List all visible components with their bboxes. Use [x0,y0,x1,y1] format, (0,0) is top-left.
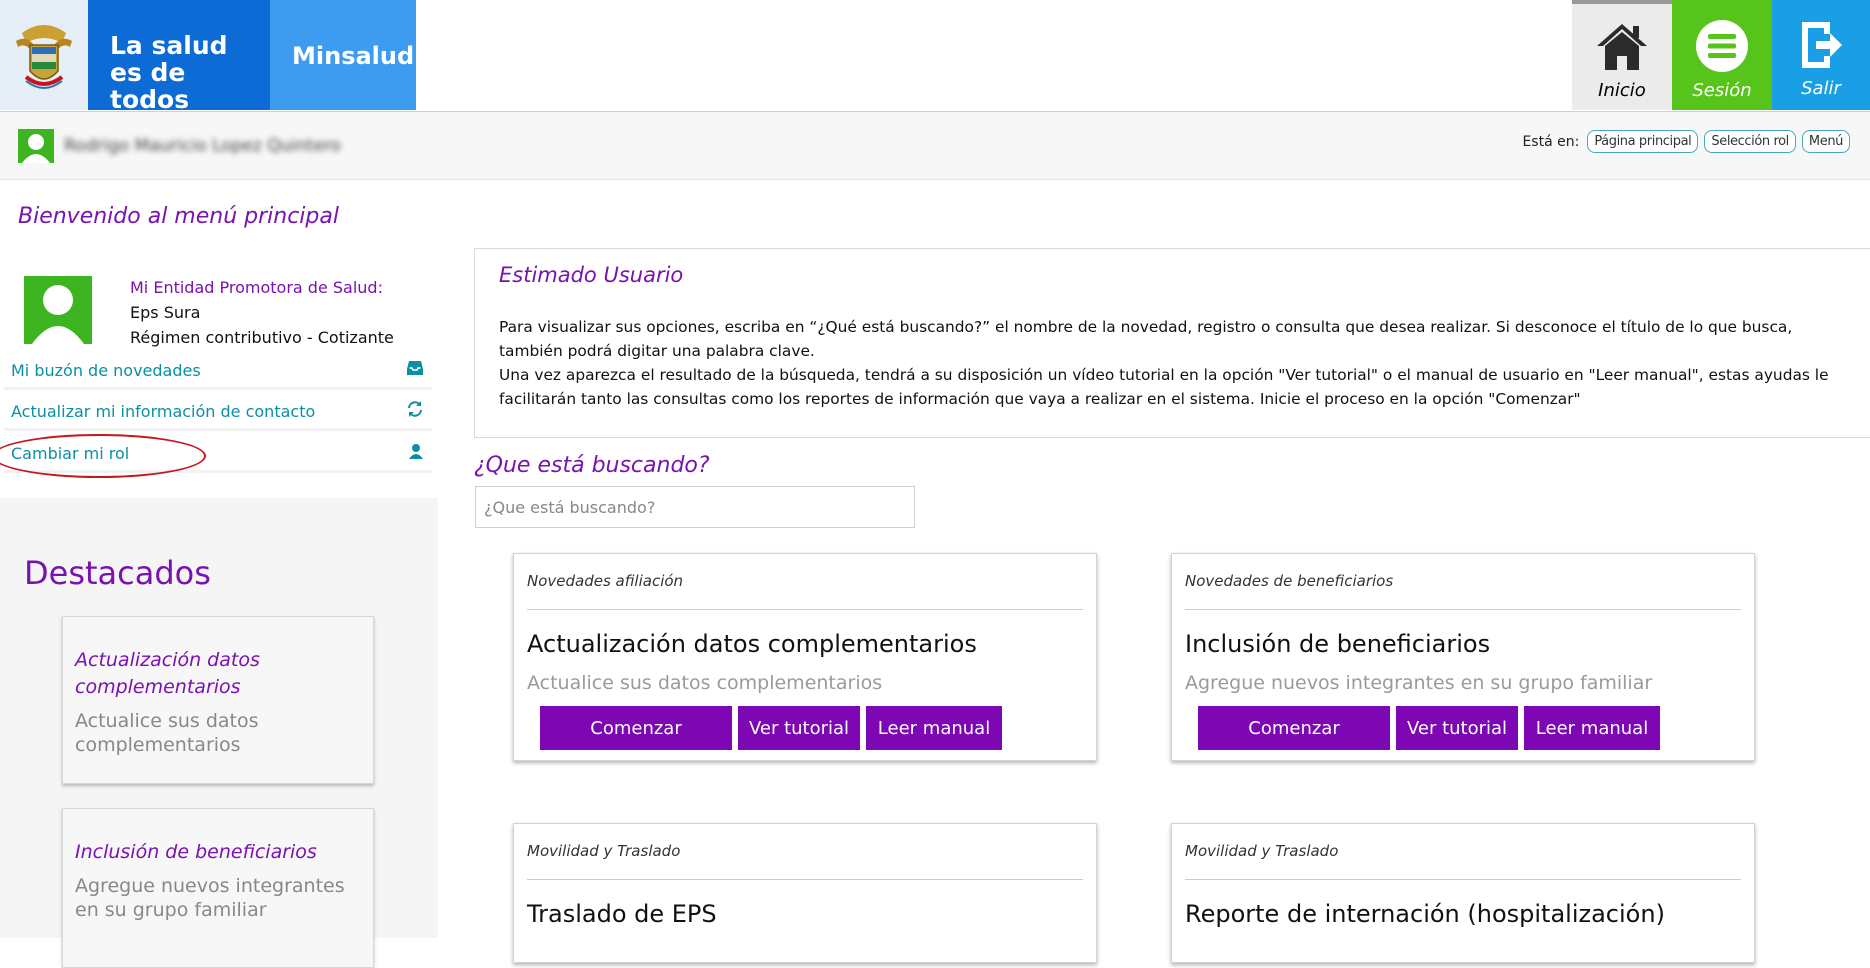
info-title: Estimado Usuario [499,263,684,287]
service-card: Movilidad y Traslado Reporte de internac… [1171,823,1755,963]
start-button[interactable]: Comenzar [1198,706,1390,750]
card-category: Movilidad y Traslado [1185,842,1339,860]
brand-line-1: La salud [110,31,228,60]
refresh-icon [406,400,424,423]
regime-type: Régimen contributivo - Cotizante [130,328,394,347]
brand-line-2: es de todos [110,58,190,114]
profile-avatar-icon [24,276,92,344]
brand-ministry: Minsalud [270,0,416,110]
highlight-card-title: Actualización datos complementarios [75,649,260,698]
user-bar: Rodrigo Mauricio Lopez Quintero Está en:… [0,112,1870,180]
highlight-circle-annotation [0,434,206,478]
card-title: Reporte de internación (hospitalización) [1185,900,1665,928]
breadcrumb-label: Está en: [1522,133,1580,150]
eps-title: Mi Entidad Promotora de Salud: [130,278,383,297]
logout-icon [1802,22,1842,68]
start-button[interactable]: Comenzar [540,706,732,750]
search-label: ¿Que está buscando? [474,453,710,478]
card-divider [1185,879,1741,880]
breadcrumb-menu[interactable]: Menú [1801,130,1850,153]
info-panel: Estimado Usuario Para visualizar sus opc… [474,248,1870,438]
info-paragraph-2: Una vez aparezca el resultado de la búsq… [499,366,1829,408]
card-title: Actualización datos complementarios [527,630,977,658]
user-icon [408,443,424,464]
highlight-card-desc: Actualice sus datos complementarios [75,710,259,756]
menu-circle-icon [1696,20,1748,72]
exit-label: Salir [1801,78,1841,99]
card-title: Inclusión de beneficiarios [1185,630,1491,658]
highlight-card[interactable]: Inclusión de beneficiarios Agregue nuevo… [62,808,374,968]
session-button[interactable]: Sesión [1672,0,1772,110]
session-label: Sesión [1692,80,1752,101]
breadcrumb-role-selection[interactable]: Selección rol [1704,130,1796,153]
card-divider [1185,609,1741,610]
search-input[interactable] [475,486,915,528]
service-card: Movilidad y Traslado Traslado de EPS [513,823,1097,963]
user-name: Rodrigo Mauricio Lopez Quintero [64,136,341,156]
exit-button[interactable]: Salir [1772,0,1870,110]
service-card: Novedades afiliación Actualización datos… [513,553,1097,761]
tutorial-button[interactable]: Ver tutorial [738,706,860,750]
card-divider [527,609,1083,610]
home-icon [1597,24,1647,70]
info-paragraph-1: Para visualizar sus opciones, escriba en… [499,318,1793,360]
sidebar-item-label: Mi buzón de novedades [11,361,201,380]
colombia-crest-logo [0,0,88,110]
top-header: La salud es de todos Minsalud Inicio Ses… [0,0,1870,114]
sidebar-item-inbox[interactable]: Mi buzón de novedades [4,354,432,390]
tutorial-button[interactable]: Ver tutorial [1396,706,1518,750]
card-actions: Comenzar Ver tutorial Leer manual [540,706,1002,750]
inbox-icon [406,360,424,381]
home-label: Inicio [1598,80,1646,101]
sidebar-item-label: Actualizar mi información de contacto [11,402,316,421]
brand-slogan: La salud es de todos [88,0,270,114]
page-title: Bienvenido al menú principal [18,204,339,229]
highlight-card-title: Inclusión de beneficiarios [75,841,317,863]
highlights-title: Destacados [24,554,211,592]
card-desc: Actualice sus datos complementarios [527,672,883,694]
card-category: Novedades de beneficiarios [1185,572,1394,590]
manual-button[interactable]: Leer manual [866,706,1002,750]
card-category: Novedades afiliación [527,572,684,590]
card-divider [527,879,1083,880]
info-text: Para visualizar sus opciones, escriba en… [499,315,1859,411]
highlight-card-desc: Agregue nuevos integrantes en su grupo f… [75,875,345,921]
eps-name: Eps Sura [130,303,201,322]
breadcrumb-home[interactable]: Página principal [1587,130,1699,153]
manual-button[interactable]: Leer manual [1524,706,1660,750]
card-title: Traslado de EPS [527,900,717,928]
card-desc: Agregue nuevos integrantes en su grupo f… [1185,672,1653,694]
card-category: Movilidad y Traslado [527,842,681,860]
breadcrumb: Está en: Página principal Selección rol … [1522,130,1850,153]
card-actions: Comenzar Ver tutorial Leer manual [1198,706,1660,750]
home-button[interactable]: Inicio [1572,0,1672,110]
sidebar-item-update-contact[interactable]: Actualizar mi información de contacto [4,395,432,431]
highlight-card[interactable]: Actualización datos complementarios Actu… [62,616,374,784]
user-avatar-icon [18,129,54,163]
service-card: Novedades de beneficiarios Inclusión de … [1171,553,1755,761]
